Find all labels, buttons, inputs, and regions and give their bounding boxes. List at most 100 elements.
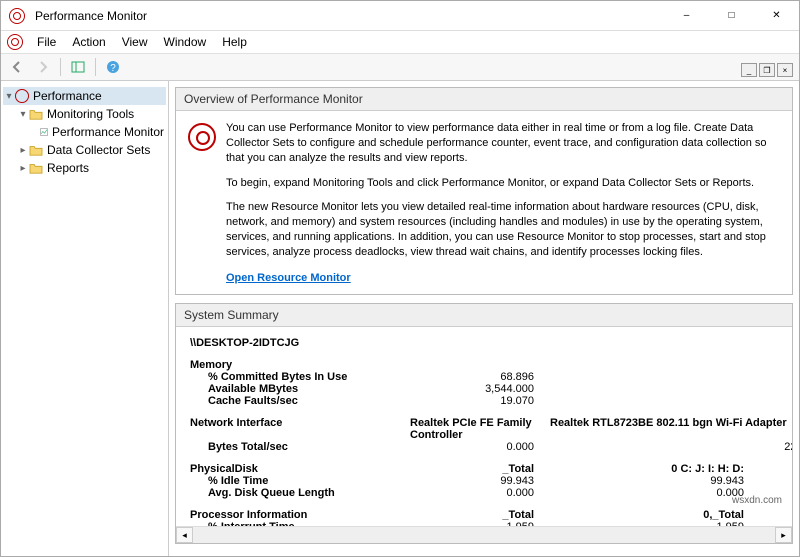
toolbar-show-hide-tree-button[interactable]: [66, 56, 90, 78]
menu-help[interactable]: Help: [214, 33, 255, 51]
nav-tree[interactable]: ▾ Performance ▾ Monitoring Tools Perform…: [1, 81, 169, 556]
system-summary-body[interactable]: \\DESKTOP-2IDTCJG Memory % Committed Byt…: [176, 327, 792, 526]
counter-value: 99.943: [410, 475, 550, 487]
performance-icon: [15, 89, 29, 103]
category-label: PhysicalDisk: [190, 463, 410, 475]
tree-expander[interactable]: ▾: [3, 91, 15, 102]
menu-file[interactable]: File: [29, 33, 64, 51]
overview-paragraph: The new Resource Monitor lets you view d…: [226, 200, 780, 259]
open-resource-monitor-link[interactable]: Open Resource Monitor: [226, 272, 351, 284]
summary-category-physicaldisk: PhysicalDisk _Total 0 C: J: I: H: D:: [190, 463, 778, 475]
overview-panel: Overview of Performance Monitor You can …: [175, 87, 793, 295]
tree-node-performance-monitor[interactable]: Performance Monitor: [3, 123, 166, 141]
category-label: Processor Information: [190, 509, 410, 521]
mdi-restore-button[interactable]: ❐: [759, 63, 775, 77]
summary-hostname: \\DESKTOP-2IDTCJG: [190, 337, 778, 349]
tree-label: Reports: [45, 161, 89, 175]
summary-category-memory: Memory: [190, 359, 778, 371]
window-minimize-button[interactable]: –: [664, 1, 709, 31]
system-summary-header: System Summary: [176, 304, 792, 327]
tree-node-monitoring-tools[interactable]: ▾ Monitoring Tools: [3, 105, 166, 123]
folder-icon: [29, 161, 43, 175]
tree-expander[interactable]: ▸: [17, 145, 29, 156]
scroll-left-button[interactable]: ◂: [176, 527, 193, 543]
overview-paragraph: To begin, expand Monitoring Tools and cl…: [226, 176, 780, 191]
counter-value: 19.070: [410, 395, 550, 407]
summary-row: % Idle Time 99.943 99.943: [190, 475, 778, 487]
tree-label: Performance: [31, 89, 102, 103]
instance-header: 0,0: [760, 509, 792, 521]
toolbar-separator: [60, 58, 61, 76]
summary-row: % Committed Bytes In Use 68.896: [190, 371, 778, 383]
menu-action[interactable]: Action: [64, 33, 113, 51]
summary-row: Available MBytes 3,544.000: [190, 383, 778, 395]
summary-row: Bytes Total/sec 0.000 227.842: [190, 441, 778, 453]
tree-node-data-collector-sets[interactable]: ▸ Data Collector Sets: [3, 141, 166, 159]
counter-name: Cache Faults/sec: [190, 395, 410, 407]
scroll-right-button[interactable]: ▸: [775, 527, 792, 543]
folder-icon: [29, 143, 43, 157]
overview-paragraph: You can use Performance Monitor to view …: [226, 121, 780, 166]
tree-label: Performance Monitor: [50, 125, 164, 139]
toolbar-separator: [95, 58, 96, 76]
counter-value: 0.000: [550, 487, 760, 499]
content-pane: Overview of Performance Monitor You can …: [169, 81, 799, 556]
tree-label: Monitoring Tools: [45, 107, 134, 121]
menubar: File Action View Window Help _ ❐ ×: [1, 31, 799, 53]
tree-expander[interactable]: ▾: [17, 109, 29, 120]
menu-view[interactable]: View: [114, 33, 156, 51]
window-title: Performance Monitor: [31, 9, 147, 23]
counter-value: 3,544.000: [410, 383, 550, 395]
counter-value: 1.959: [410, 521, 550, 526]
summary-category-processor: Processor Information _Total 0,_Total 0,…: [190, 509, 778, 521]
counter-name: Available MBytes: [190, 383, 410, 395]
summary-row: Avg. Disk Queue Length 0.000 0.000: [190, 487, 778, 499]
window-frame: Performance Monitor – □ ✕ File Action Vi…: [0, 0, 800, 557]
tree-node-performance[interactable]: ▾ Performance: [3, 87, 166, 105]
instance-header: 0,_Total: [550, 509, 760, 521]
counter-name: % Idle Time: [190, 475, 410, 487]
instance-header: Realtek RTL8723BE 802.11 bgn Wi-Fi Adapt…: [550, 417, 792, 441]
tree-label: Data Collector Sets: [45, 143, 150, 157]
summary-row: Cache Faults/sec 19.070: [190, 395, 778, 407]
tree-expander[interactable]: ▸: [17, 163, 29, 174]
toolbar-help-button[interactable]: ?: [101, 56, 125, 78]
toolbar-forward-button[interactable]: [31, 56, 55, 78]
tree-node-reports[interactable]: ▸ Reports: [3, 159, 166, 177]
counter-value: 227.842: [760, 441, 792, 453]
body: ▾ Performance ▾ Monitoring Tools Perform…: [1, 81, 799, 556]
counter-name: Avg. Disk Queue Length: [190, 487, 410, 499]
mdi-close-button[interactable]: ×: [777, 63, 793, 77]
mdi-controls: _ ❐ ×: [741, 63, 793, 77]
instance-header: _Total: [410, 509, 550, 521]
folder-icon: [29, 107, 43, 121]
app-icon: [9, 8, 25, 24]
overview-text: You can use Performance Monitor to view …: [226, 121, 780, 284]
titlebar[interactable]: Performance Monitor – □ ✕: [1, 1, 799, 31]
horizontal-scrollbar[interactable]: ◂ ▸: [176, 526, 792, 543]
counter-value: 68.896: [410, 371, 550, 383]
mdi-minimize-button[interactable]: _: [741, 63, 757, 77]
counter-value: 0.000: [410, 487, 550, 499]
counter-value: 99.943: [550, 475, 760, 487]
window-maximize-button[interactable]: □: [709, 1, 754, 31]
app-icon: [7, 34, 23, 50]
category-label: Network Interface: [190, 417, 410, 441]
instance-header: Realtek PCIe FE Family Controller: [410, 417, 550, 441]
summary-row: % Interrupt Time 1.959 1.959 4.702: [190, 521, 778, 526]
counter-name: Bytes Total/sec: [190, 441, 410, 453]
toolbar-back-button[interactable]: [5, 56, 29, 78]
window-close-button[interactable]: ✕: [754, 1, 799, 31]
chart-icon: [40, 125, 48, 139]
instance-header: _Total: [410, 463, 550, 475]
scroll-track[interactable]: [193, 527, 775, 543]
counter-name: % Committed Bytes In Use: [190, 371, 410, 383]
counter-name: % Interrupt Time: [190, 521, 410, 526]
instance-header: 0 C: J: I: H: D:: [550, 463, 760, 475]
toolbar: ?: [1, 53, 799, 81]
counter-value: 0.000: [410, 441, 550, 453]
menu-window[interactable]: Window: [156, 33, 215, 51]
summary-category-network: Network Interface Realtek PCIe FE Family…: [190, 417, 778, 441]
system-summary-panel: System Summary \\DESKTOP-2IDTCJG Memory …: [175, 303, 793, 544]
counter-value: 4.702: [760, 521, 792, 526]
